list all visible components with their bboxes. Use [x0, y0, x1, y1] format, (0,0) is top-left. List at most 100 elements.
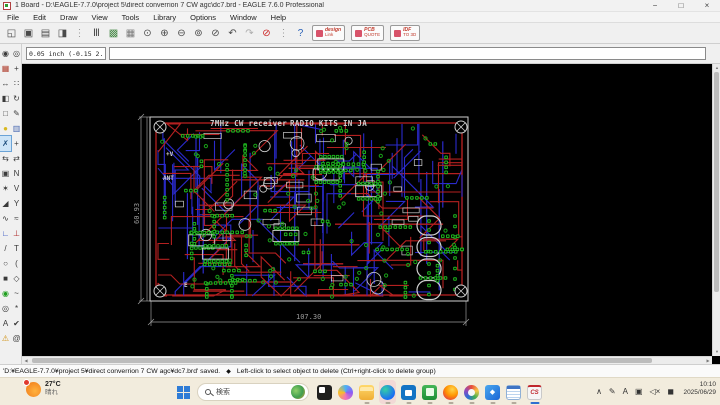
- design-link-button[interactable]: design Link: [312, 25, 346, 41]
- horizontal-scroll-thumb[interactable]: [32, 358, 652, 363]
- paste-tool[interactable]: ▥: [11, 121, 22, 136]
- split-tool[interactable]: Y: [11, 196, 22, 211]
- notepad-taskbar-button[interactable]: [505, 380, 522, 404]
- lock-tool[interactable]: ▣: [0, 166, 11, 181]
- drc-tool[interactable]: ✔: [11, 316, 22, 331]
- edge-taskbar-button[interactable]: [379, 380, 396, 404]
- polygon-tool[interactable]: ◇: [11, 271, 22, 286]
- errors-tool[interactable]: ⚠: [0, 331, 11, 346]
- microsoft-store-taskbar-button[interactable]: [400, 380, 417, 404]
- start-button[interactable]: [177, 385, 190, 399]
- value-tool[interactable]: V: [11, 181, 22, 196]
- firefox-taskbar-button[interactable]: [442, 380, 459, 404]
- pinswap-tool[interactable]: ⇆: [0, 151, 11, 166]
- menu-window[interactable]: Window: [223, 12, 264, 23]
- undo-icon[interactable]: ↶: [225, 26, 240, 41]
- info-tool[interactable]: ◉: [0, 46, 11, 61]
- name-tool[interactable]: N: [11, 166, 22, 181]
- board-canvas[interactable]: 60.93 107.30 7MHz CW receiver RADIO KITS IN…: [22, 64, 720, 356]
- photos-taskbar-button[interactable]: [484, 380, 501, 404]
- command-input[interactable]: [109, 47, 706, 60]
- display-tool[interactable]: ▦: [0, 61, 11, 76]
- pen-icon[interactable]: ✎: [609, 388, 616, 396]
- arc-tool[interactable]: (: [11, 256, 22, 271]
- save-icon[interactable]: ▣: [21, 26, 36, 41]
- screenshot-app-taskbar-button[interactable]: [421, 380, 438, 404]
- attribute-tool[interactable]: @: [11, 331, 22, 346]
- display-layers-icon[interactable]: ▩: [106, 26, 121, 41]
- text-tool[interactable]: T: [11, 241, 22, 256]
- add-tool[interactable]: +: [11, 136, 22, 151]
- ime-indicator[interactable]: A: [623, 388, 628, 396]
- grid-icon[interactable]: ▦: [123, 26, 138, 41]
- close-button[interactable]: ×: [694, 0, 720, 12]
- rect-tool[interactable]: ■: [0, 271, 11, 286]
- search-box[interactable]: 検索: [197, 383, 309, 401]
- rotate-tool[interactable]: ↻: [11, 91, 22, 106]
- menu-edit[interactable]: Edit: [26, 12, 53, 23]
- help-icon[interactable]: ?: [293, 26, 308, 41]
- maximize-button[interactable]: □: [668, 0, 694, 12]
- show-tool[interactable]: ◎: [11, 46, 22, 61]
- phone-link-icon[interactable]: ▣: [635, 388, 643, 396]
- print-icon[interactable]: ▤: [38, 26, 53, 41]
- circle-tool[interactable]: ○: [0, 256, 11, 271]
- vertical-scrollbar[interactable]: ▲ ▼: [712, 64, 720, 356]
- smash-tool[interactable]: ✶: [0, 181, 11, 196]
- go-icon[interactable]: ⋮: [276, 26, 291, 41]
- ratsnest-tool[interactable]: *: [11, 301, 22, 316]
- ripup-tool[interactable]: ⊥: [11, 226, 22, 241]
- zoom-select-icon[interactable]: ⊘: [208, 26, 223, 41]
- menu-file[interactable]: File: [0, 12, 26, 23]
- group-tool[interactable]: □: [0, 106, 11, 121]
- change-tool[interactable]: ✎: [11, 106, 22, 121]
- vertical-scroll-thumb[interactable]: [714, 72, 719, 292]
- hidden-icons-chevron[interactable]: ∧: [596, 388, 602, 396]
- redo-icon[interactable]: ↷: [242, 26, 257, 41]
- stop-icon[interactable]: ⊘: [259, 26, 274, 41]
- paint-taskbar-button[interactable]: [463, 380, 480, 404]
- copy-tool[interactable]: ∷: [11, 76, 22, 91]
- via-tool[interactable]: ◉: [0, 286, 11, 301]
- mirror-tool[interactable]: ◧: [0, 91, 11, 106]
- more-left-icon[interactable]: ⋮: [72, 26, 87, 41]
- signal-tool[interactable]: ~: [11, 286, 22, 301]
- zoom-out-icon[interactable]: ⊖: [174, 26, 189, 41]
- library-icon[interactable]: Ⅲ: [89, 26, 104, 41]
- zoom-redraw-icon[interactable]: ⊚: [191, 26, 206, 41]
- horizontal-scrollbar[interactable]: ◀ ▶: [22, 356, 712, 364]
- zoom-in-icon[interactable]: ⊕: [157, 26, 172, 41]
- menu-draw[interactable]: Draw: [53, 12, 85, 23]
- menu-view[interactable]: View: [85, 12, 115, 23]
- hole-tool[interactable]: ◎: [0, 301, 11, 316]
- delete-tool[interactable]: ✗: [0, 135, 12, 152]
- replace-tool[interactable]: ⇄: [11, 151, 22, 166]
- menu-library[interactable]: Library: [146, 12, 183, 23]
- camera-icon[interactable]: ◼: [667, 388, 674, 396]
- pcb-quote-button[interactable]: PCB QUOTE: [351, 25, 385, 41]
- scroll-down-arrow[interactable]: ▼: [713, 348, 720, 356]
- meander-tool[interactable]: ∿: [0, 211, 11, 226]
- weather-widget[interactable]: 27°C 晴れ: [23, 378, 61, 397]
- taskbar-clock[interactable]: 10:10 2025/06/29: [683, 381, 716, 397]
- volume-muted-icon[interactable]: ◁×: [650, 388, 661, 396]
- scroll-up-arrow[interactable]: ▲: [713, 64, 720, 72]
- menu-tools[interactable]: Tools: [115, 12, 147, 23]
- idf-to-3d-button[interactable]: IDF TO 3D: [390, 25, 421, 41]
- auto-tool[interactable]: A: [0, 316, 11, 331]
- wire-tool[interactable]: /: [0, 241, 11, 256]
- menu-options[interactable]: Options: [183, 12, 223, 23]
- mark-tool[interactable]: +: [11, 61, 22, 76]
- copilot-taskbar-button[interactable]: [337, 380, 354, 404]
- optimize-tool[interactable]: ≈: [11, 211, 22, 226]
- minimize-button[interactable]: −: [642, 0, 668, 12]
- open-icon[interactable]: ◱: [4, 26, 19, 41]
- zoom-fit-icon[interactable]: ⊙: [140, 26, 155, 41]
- menu-help[interactable]: Help: [264, 12, 293, 23]
- route-tool[interactable]: ∟: [0, 226, 11, 241]
- move-tool[interactable]: ↔: [0, 76, 11, 91]
- eagle-cadsoft-taskbar-button[interactable]: CS: [526, 380, 543, 404]
- file-explorer-taskbar-button[interactable]: [358, 380, 375, 404]
- task-view-taskbar-button[interactable]: [316, 380, 333, 404]
- miter-tool[interactable]: ◢: [0, 196, 11, 211]
